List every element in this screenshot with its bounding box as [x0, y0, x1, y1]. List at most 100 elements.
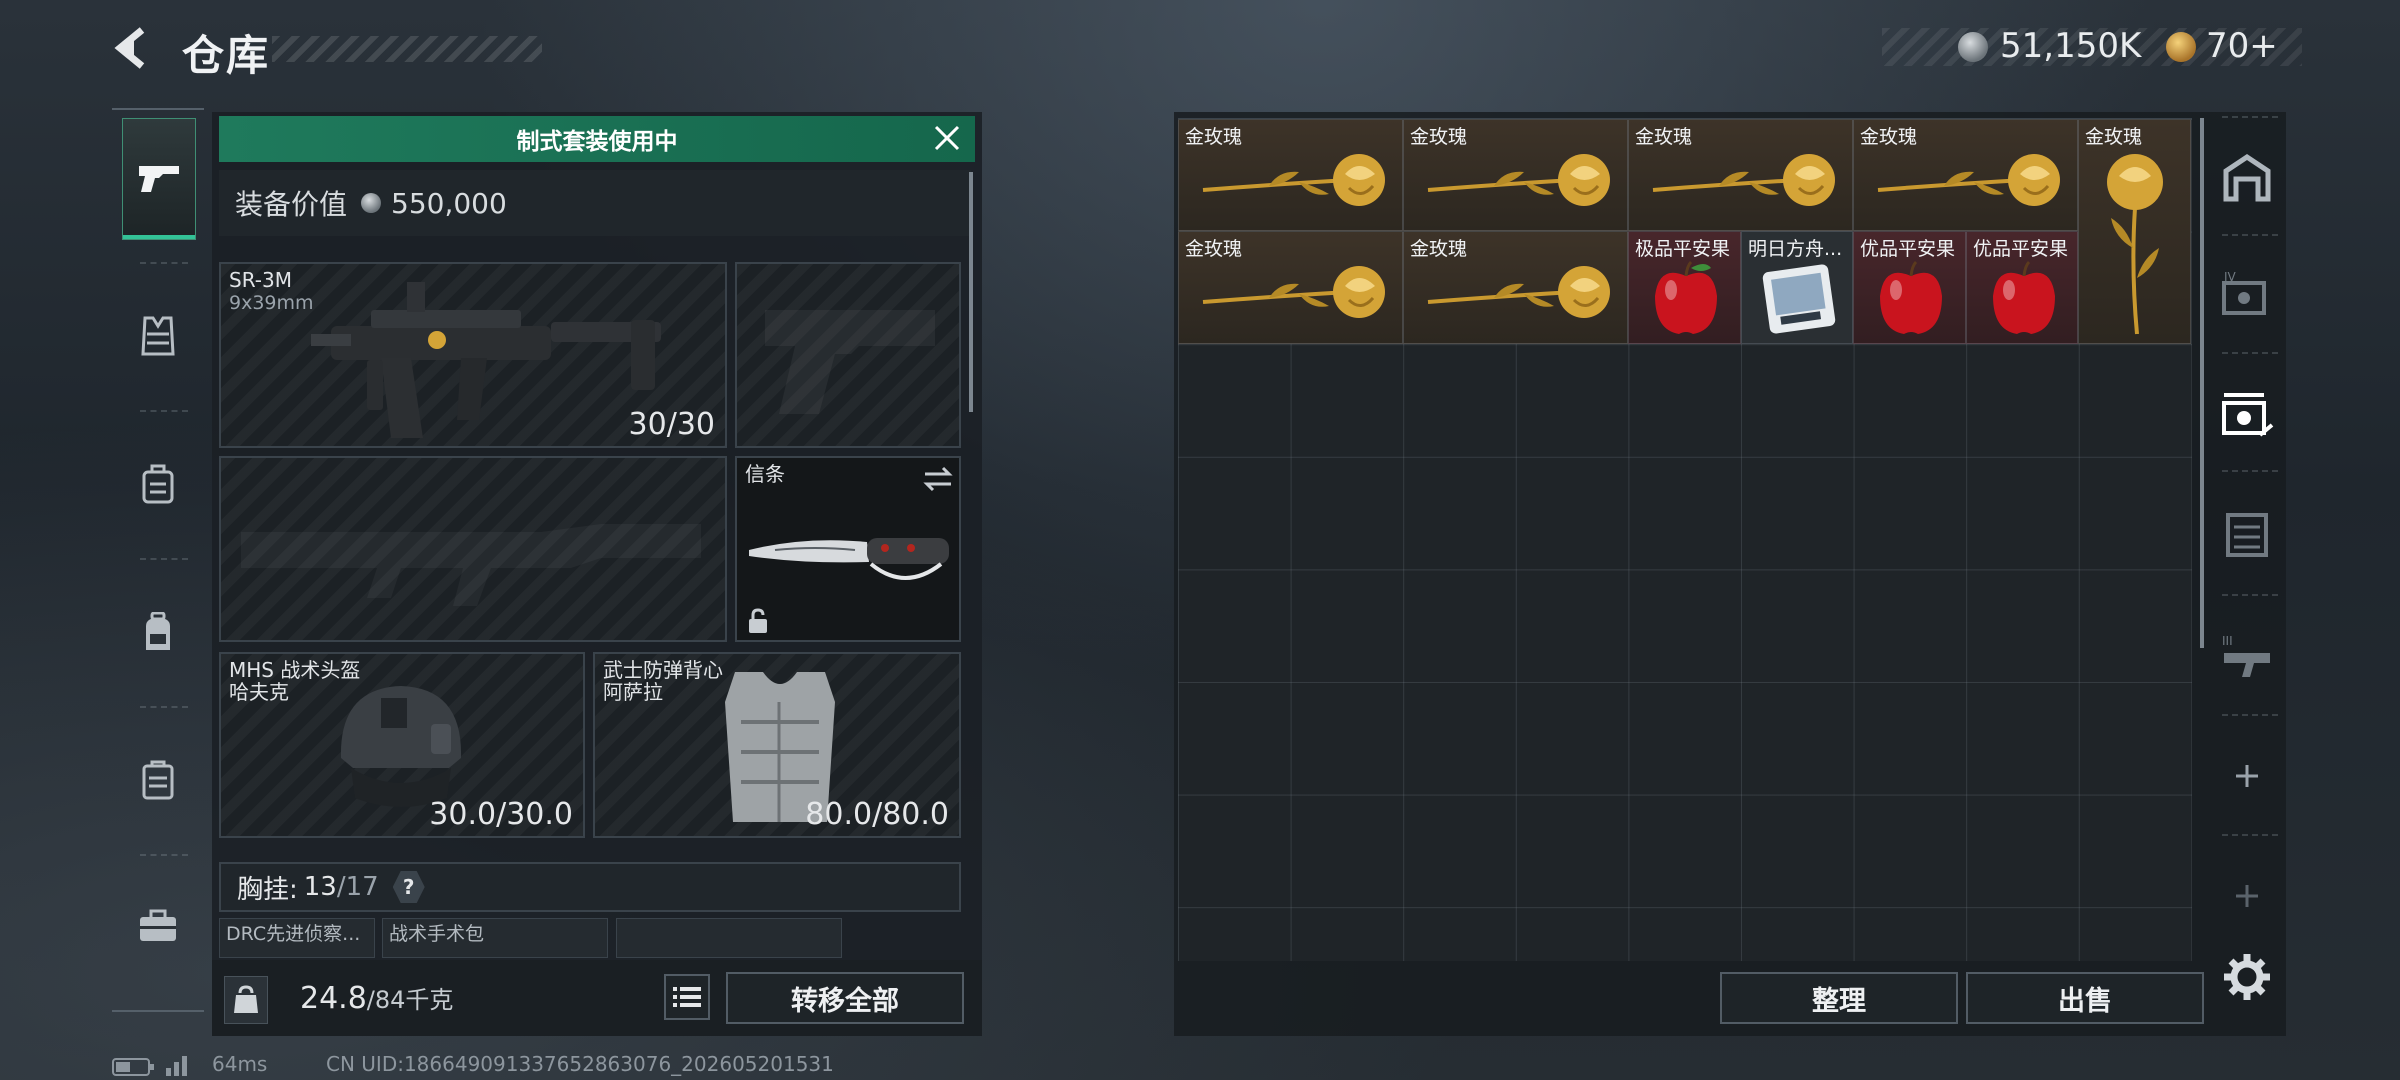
- title-decoration: [272, 36, 542, 62]
- knife-icon: [749, 538, 949, 580]
- swap-icon[interactable]: [923, 466, 953, 492]
- apple-item[interactable]: 优品平安果: [1853, 231, 1966, 344]
- armor-durability: 80.0/80.0: [805, 797, 949, 832]
- melee-slot[interactable]: 信条: [735, 456, 961, 642]
- sort-button[interactable]: 整理: [1720, 972, 1958, 1024]
- storage-box-4-icon: IV: [2222, 270, 2266, 315]
- toolbox-icon: [140, 909, 176, 941]
- nav-separator: [140, 854, 188, 856]
- chest-rig-total: /17: [336, 872, 379, 902]
- armor-name: 武士防弹背心: [603, 658, 723, 682]
- rifle-icon: [311, 282, 661, 438]
- nav-chest-rig[interactable]: [122, 424, 194, 544]
- shelf-icon: [2226, 513, 2268, 557]
- item-label: 优品平安果: [1860, 238, 1956, 260]
- tab-separator: [2222, 470, 2278, 472]
- tab-separator: [2222, 352, 2278, 354]
- rig-item-slot[interactable]: DRC先进侦察...: [219, 918, 375, 958]
- tab-home-storage[interactable]: [2214, 138, 2280, 218]
- sell-button[interactable]: 出售: [1966, 972, 2204, 1024]
- item-label: 明日方舟...: [1748, 238, 1843, 260]
- settings-button[interactable]: [2222, 952, 2272, 1002]
- silver-currency-value[interactable]: 51,150K: [2000, 26, 2141, 66]
- nav-weapons[interactable]: [122, 118, 196, 240]
- storage-grid[interactable]: 金玫瑰 金玫瑰 金玫瑰 金玫瑰 金玫瑰 金玫瑰 金玫瑰 极品平安果 明日方舟..…: [1178, 118, 2192, 961]
- gold-rose-item[interactable]: 金玫瑰: [2078, 119, 2191, 344]
- gold-rose-item[interactable]: 金玫瑰: [1178, 119, 1403, 231]
- svg-text:IV: IV: [2224, 270, 2237, 284]
- equipment-scrollbar[interactable]: [969, 172, 973, 412]
- primary-weapon-slot[interactable]: SR-3M 9x39mm 30/30: [219, 262, 727, 448]
- kit-in-use-banner: 制式套装使用中: [219, 116, 975, 162]
- chest-rig-label: 胸挂:: [237, 874, 298, 905]
- armor-brand: 阿萨拉: [603, 680, 663, 704]
- apple-item[interactable]: 极品平安果: [1628, 231, 1741, 344]
- weapon-ammo: 30/30: [628, 407, 715, 442]
- nav-separator: [140, 410, 188, 412]
- rig-item-slot[interactable]: [616, 918, 842, 958]
- back-button[interactable]: [112, 26, 156, 70]
- gold-rose-item[interactable]: 金玫瑰: [1628, 119, 1853, 231]
- tab-storage-active[interactable]: [2214, 374, 2280, 454]
- melee-name: 信条: [745, 462, 785, 486]
- tab-separator: [2222, 714, 2278, 716]
- gold-currency-value[interactable]: 70+: [2206, 26, 2278, 66]
- gold-rose-icon: [1427, 154, 1610, 206]
- chest-rig-row[interactable]: 胸挂: 13 /17 ?: [219, 862, 961, 912]
- nav-backpack[interactable]: [122, 572, 194, 692]
- nav-case[interactable]: [122, 720, 194, 840]
- rig-item-slot[interactable]: 战术手术包: [382, 918, 608, 958]
- tab-separator: [2222, 234, 2278, 236]
- tab-storage-4[interactable]: IV: [2214, 254, 2280, 334]
- plus-icon: [2236, 765, 2258, 787]
- nav-separator: [140, 706, 188, 708]
- tab-storage-shelf[interactable]: [2214, 494, 2280, 574]
- helmet-slot[interactable]: MHS 战术头盔 哈夫克 30.0/30.0: [219, 652, 585, 838]
- apple-icon: [1880, 260, 1942, 334]
- gold-rose-item[interactable]: 金玫瑰: [1403, 119, 1628, 231]
- weight-icon: [224, 976, 268, 1024]
- chest-rig-icon: [142, 464, 174, 504]
- close-kit-button[interactable]: [928, 122, 966, 156]
- transfer-all-button[interactable]: 转移全部: [726, 972, 964, 1024]
- equipment-value: 550,000: [391, 186, 507, 220]
- apple-item[interactable]: 优品平安果: [1966, 231, 2078, 344]
- lock-icon: [749, 608, 767, 633]
- nav-armor[interactable]: [122, 276, 194, 396]
- weight-readout: 24.8/84千克: [300, 980, 453, 1016]
- battery-icon: [112, 1058, 154, 1076]
- vest-icon: [141, 316, 175, 356]
- equipment-value-label: 装备价值: [235, 188, 348, 221]
- add-storage-tab-button-disabled: [2214, 856, 2280, 936]
- page-title: 仓库: [182, 31, 271, 80]
- weight-value: 24.8: [300, 981, 367, 1016]
- gold-coin-icon: [2166, 32, 2196, 62]
- list-view-button[interactable]: [664, 974, 710, 1020]
- gold-rose-item[interactable]: 金玫瑰: [1853, 119, 2078, 231]
- tab-weapon-rack[interactable]: III: [2214, 616, 2280, 696]
- arknights-card-item[interactable]: 明日方舟...: [1741, 231, 1853, 344]
- storage-box-icon: [2222, 393, 2274, 437]
- add-storage-tab-button[interactable]: [2214, 736, 2280, 816]
- gold-rose-item[interactable]: 金玫瑰: [1403, 231, 1628, 344]
- nav-toolbox[interactable]: [122, 866, 194, 986]
- list-icon: [673, 987, 701, 1007]
- armor-slot[interactable]: 武士防弹背心 阿萨拉 80.0/80.0: [593, 652, 961, 838]
- gold-rose-item[interactable]: 金玫瑰: [1178, 231, 1403, 344]
- gold-rose-icon: [1427, 266, 1610, 318]
- storage-scrollbar[interactable]: [2200, 118, 2204, 648]
- tab-separator: [2222, 594, 2278, 596]
- pistol-slot[interactable]: [735, 262, 961, 448]
- album-card-icon: [1762, 264, 1836, 334]
- weight-max: /84千克: [366, 986, 454, 1014]
- backpack-icon: [146, 612, 170, 650]
- item-label: 金玫瑰: [2085, 126, 2143, 148]
- item-label: 优品平安果: [1973, 238, 2069, 260]
- secondary-weapon-slot[interactable]: [219, 456, 727, 642]
- nav-separator: [140, 262, 188, 264]
- help-button[interactable]: ?: [392, 871, 425, 903]
- helmet-brand: 哈夫克: [229, 680, 289, 704]
- weapon-name: SR-3M: [229, 268, 292, 292]
- weapon-caliber: 9x39mm: [229, 292, 314, 314]
- apple-icon: [1993, 260, 2055, 334]
